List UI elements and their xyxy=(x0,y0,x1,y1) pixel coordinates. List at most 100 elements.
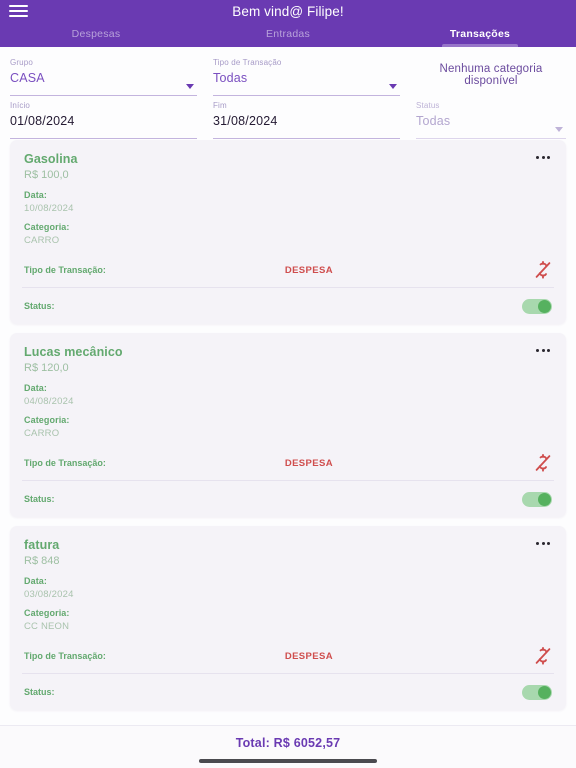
status-toggle[interactable] xyxy=(522,684,552,700)
page-title: Bem vind@ Filipe! xyxy=(232,4,344,19)
status-toggle[interactable] xyxy=(522,298,552,314)
transaction-category-block: Categoria: CC NEON xyxy=(24,607,552,634)
total-amount: Total: R$ 6052,57 xyxy=(235,736,341,750)
transaction-amount: R$ 100,0 xyxy=(24,169,69,181)
date-value: 10/08/2024 xyxy=(24,203,74,214)
fim-value: 31/08/2024 xyxy=(213,114,278,128)
chevron-down-icon xyxy=(389,84,397,89)
more-horizontal-icon[interactable] xyxy=(532,152,554,163)
transaction-date-block: Data: 04/08/2024 xyxy=(24,382,552,409)
type-label: Tipo de Transação: xyxy=(24,265,106,275)
transaction-category-block: Categoria: CARRO xyxy=(24,221,552,248)
hamburger-line xyxy=(9,5,28,7)
type-value: DESPESA xyxy=(284,457,334,469)
dot xyxy=(536,542,539,545)
more-horizontal-icon[interactable] xyxy=(532,538,554,549)
filter-row-bottom: Início 01/08/2024 Fim 31/08/2024 Status … xyxy=(10,96,566,139)
chevron-down-icon xyxy=(555,127,563,132)
type-value: DESPESA xyxy=(284,650,334,662)
dot xyxy=(541,156,545,159)
category-value: CARRO xyxy=(24,235,60,246)
type-label: Tipo de Transação: xyxy=(24,458,106,468)
date-label: Data: xyxy=(24,383,48,393)
transaction-type-row: Tipo de Transação: DESPESA xyxy=(24,639,552,673)
type-value: DESPESA xyxy=(284,264,334,276)
dot xyxy=(536,349,539,352)
transaction-date-block: Data: 10/08/2024 xyxy=(24,189,552,216)
tipo-transacao-select[interactable]: Tipo de Transação Todas xyxy=(213,53,400,96)
category-value: CC NEON xyxy=(24,621,70,632)
dot xyxy=(541,542,545,545)
money-off-icon xyxy=(535,454,551,472)
status-underline xyxy=(416,137,566,139)
more-horizontal-icon[interactable] xyxy=(532,345,554,356)
tipo-transacao-label: Tipo de Transação xyxy=(213,58,282,67)
status-label: Status: xyxy=(24,301,55,311)
date-label: Data: xyxy=(24,576,48,586)
dot xyxy=(547,156,550,159)
toggle-knob xyxy=(538,299,551,313)
inicio-underline xyxy=(10,137,197,139)
inicio-label: Início xyxy=(10,101,31,110)
fim-label: Fim xyxy=(213,101,227,110)
grupo-label: Grupo xyxy=(10,58,33,67)
tab-bar: Despesas Entradas Transações xyxy=(0,24,576,47)
hamburger-line xyxy=(9,10,28,12)
status-value: Todas xyxy=(416,114,451,128)
transaction-category-block: Categoria: CARRO xyxy=(24,414,552,441)
tab-entradas[interactable]: Entradas xyxy=(192,24,384,47)
status-select[interactable]: Status Todas xyxy=(416,96,566,139)
dot xyxy=(541,349,545,352)
grupo-value: CASA xyxy=(10,71,45,85)
grupo-select[interactable]: Grupo CASA xyxy=(10,53,197,96)
transaction-card[interactable]: fatura R$ 848 Data: 03/08/2024 Categoria… xyxy=(10,526,566,710)
transaction-list[interactable]: Gasolina R$ 100,0 Data: 10/08/2024 Categ… xyxy=(0,140,576,725)
app-bar-top: Bem vind@ Filipe! xyxy=(0,0,576,24)
categoria-message-container: Nenhuma categoria disponível xyxy=(416,53,566,96)
transaction-date-block: Data: 03/08/2024 xyxy=(24,575,552,602)
toggle-knob xyxy=(538,685,551,699)
tipo-transacao-value: Todas xyxy=(213,71,248,85)
transaction-amount: R$ 120,0 xyxy=(24,362,69,374)
dot xyxy=(536,156,539,159)
transaction-title: fatura xyxy=(24,538,60,552)
fim-date-field[interactable]: Fim 31/08/2024 xyxy=(213,96,400,139)
money-off-icon xyxy=(535,647,551,665)
date-value: 04/08/2024 xyxy=(24,396,74,407)
transaction-card[interactable]: Lucas mecânico R$ 120,0 Data: 04/08/2024… xyxy=(10,333,566,517)
dot xyxy=(547,349,550,352)
transaction-status-row: Status: xyxy=(24,481,552,517)
date-label: Data: xyxy=(24,190,48,200)
status-label: Status xyxy=(416,101,440,110)
filter-row-top: Grupo CASA Tipo de Transação Todas Nenhu… xyxy=(10,53,566,96)
toggle-knob xyxy=(538,492,551,506)
category-label: Categoria: xyxy=(24,222,70,232)
transaction-card[interactable]: Gasolina R$ 100,0 Data: 10/08/2024 Categ… xyxy=(10,140,566,324)
transaction-status-row: Status: xyxy=(24,288,552,324)
chevron-down-icon xyxy=(186,84,194,89)
type-label: Tipo de Transação: xyxy=(24,651,106,661)
category-label: Categoria: xyxy=(24,415,70,425)
status-label: Status: xyxy=(24,687,55,697)
transaction-amount: R$ 848 xyxy=(24,555,60,567)
category-value: CARRO xyxy=(24,428,60,439)
filter-panel: Grupo CASA Tipo de Transação Todas Nenhu… xyxy=(0,47,576,140)
hamburger-menu-icon[interactable] xyxy=(9,3,28,19)
inicio-date-field[interactable]: Início 01/08/2024 xyxy=(10,96,197,139)
hamburger-line xyxy=(9,15,28,17)
inicio-value: 01/08/2024 xyxy=(10,114,75,128)
fim-underline xyxy=(213,137,400,139)
home-indicator xyxy=(199,759,377,763)
transaction-type-row: Tipo de Transação: DESPESA xyxy=(24,446,552,480)
categoria-empty-message: Nenhuma categoria disponível xyxy=(439,62,543,87)
category-label: Categoria: xyxy=(24,608,70,618)
footer-total-bar: Total: R$ 6052,57 xyxy=(0,725,576,768)
transaction-status-row: Status: xyxy=(24,674,552,710)
tab-transacoes[interactable]: Transações xyxy=(384,24,576,47)
app-bar: Bem vind@ Filipe! Despesas Entradas Tran… xyxy=(0,0,576,47)
status-toggle[interactable] xyxy=(522,491,552,507)
tab-despesas[interactable]: Despesas xyxy=(0,24,192,47)
dot xyxy=(547,542,550,545)
date-value: 03/08/2024 xyxy=(24,589,74,600)
money-off-icon xyxy=(535,261,551,279)
